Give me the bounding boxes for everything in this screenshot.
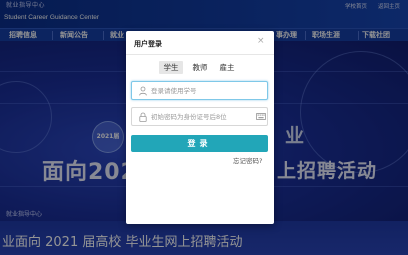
username-field[interactable] — [131, 81, 268, 100]
forgot-password-link[interactable]: 忘记密码? — [233, 155, 262, 165]
login-button[interactable]: 登录 — [131, 135, 268, 152]
keyboard-icon[interactable] — [256, 113, 266, 120]
tab-student[interactable]: 学生 — [159, 61, 183, 74]
close-icon[interactable]: × — [257, 37, 265, 46]
lock-icon — [139, 112, 147, 122]
user-icon — [139, 86, 147, 96]
tab-teacher[interactable]: 教师 — [188, 61, 212, 74]
modal-divider — [126, 54, 274, 55]
login-modal: 用户登录 × 学生 教师 雇主 登录 忘记密码? — [126, 31, 274, 224]
tab-employer[interactable]: 雇主 — [215, 61, 239, 74]
password-field[interactable] — [131, 107, 268, 126]
username-input[interactable] — [151, 83, 251, 98]
password-input[interactable] — [151, 109, 251, 124]
modal-title: 用户登录 — [134, 40, 162, 48]
